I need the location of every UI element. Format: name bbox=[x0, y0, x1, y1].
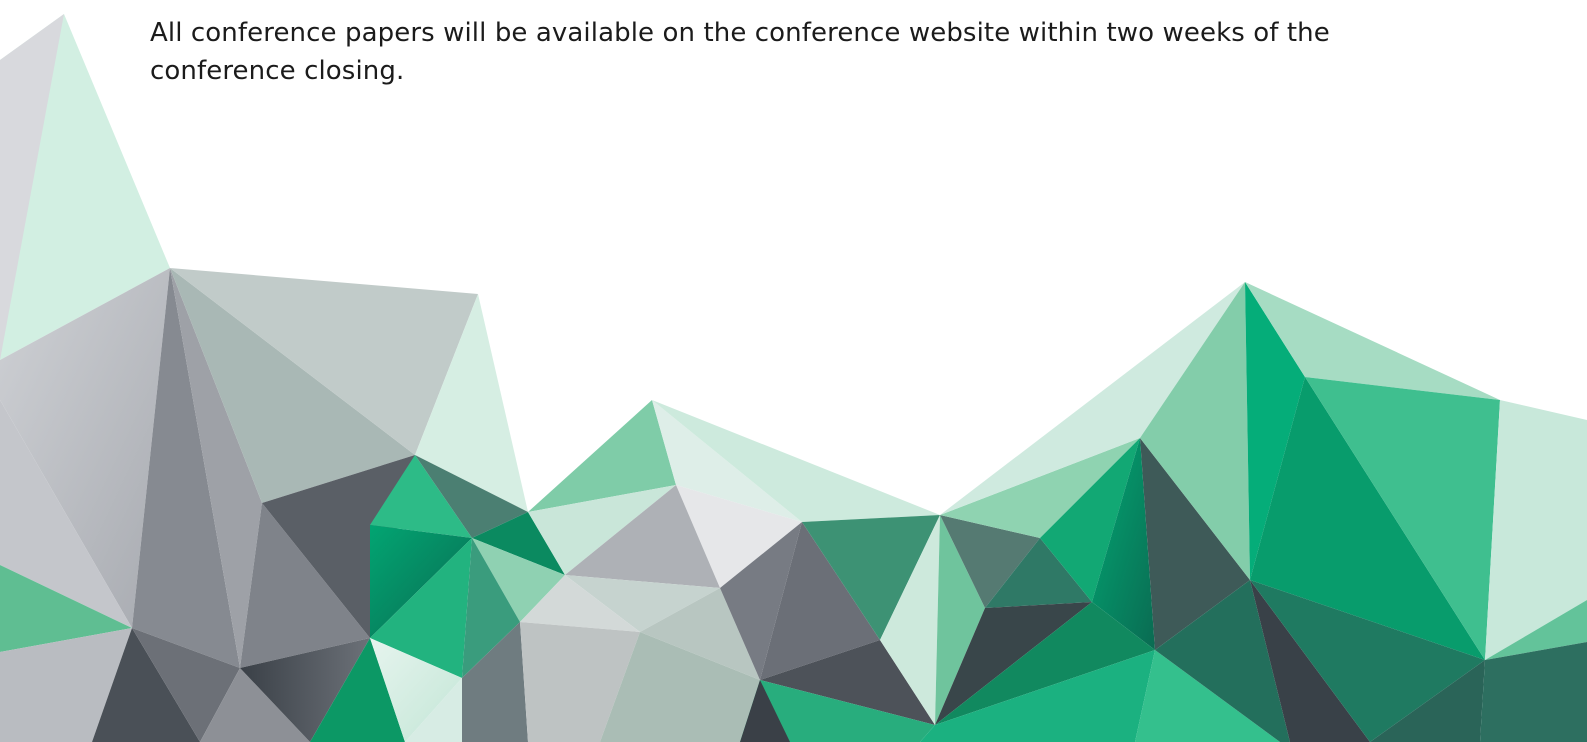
body-paragraph: All conference papers will be available … bbox=[150, 18, 1330, 86]
low-poly-mountain-graphic bbox=[0, 14, 1587, 742]
document-page: All conference papers will be available … bbox=[0, 0, 1587, 742]
